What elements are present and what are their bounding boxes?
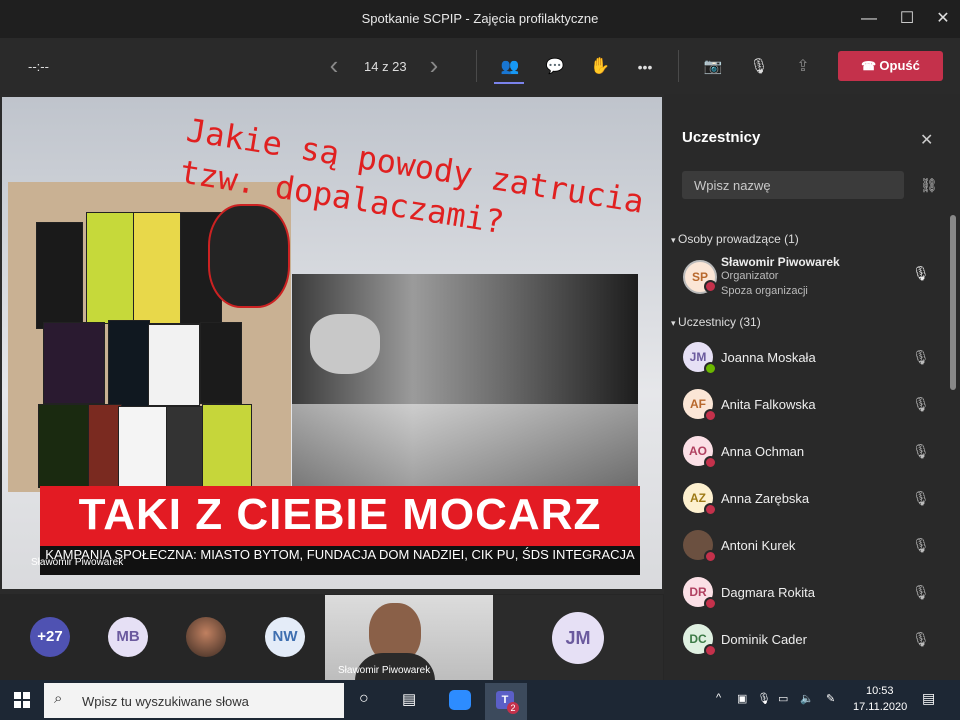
clock-time[interactable]: 10:53 <box>866 685 894 697</box>
previous-slide-icon[interactable]: ‹ <box>322 52 346 78</box>
presenter-role: Organizator <box>721 270 779 282</box>
avatar[interactable] <box>186 617 226 657</box>
mic-muted-icon: 🎙 <box>912 349 930 365</box>
participant-name[interactable]: Antoni Kurek <box>721 538 795 553</box>
search-icon: ⌕ <box>54 690 63 707</box>
search-placeholder: Wpisz nazwę <box>694 178 771 193</box>
share-link-icon[interactable]: ⛓ <box>920 177 938 194</box>
window-title: Spotkanie SCPIP - Zajęcia profilaktyczne <box>361 11 599 26</box>
mic-muted-icon: 🎙 <box>912 490 930 506</box>
raise-hand-icon[interactable]: ✋ <box>588 55 612 79</box>
drug-packets-image <box>8 182 291 493</box>
avatar[interactable]: MB <box>108 617 148 657</box>
zoom-app-icon[interactable] <box>449 690 471 710</box>
status-dot <box>704 456 717 469</box>
volume-icon[interactable]: 🔈 <box>800 692 814 705</box>
status-dot <box>704 409 717 422</box>
more-options-icon[interactable]: ••• <box>633 55 657 79</box>
status-dot <box>704 597 717 610</box>
taskbar-search-text: Wpisz tu wyszukiwane słowa <box>82 694 249 709</box>
video-label: Sławomir Piwowarek <box>338 665 431 676</box>
participant-name[interactable]: Dagmara Rokita <box>721 585 815 600</box>
participants-icon[interactable]: 👥 <box>498 55 522 79</box>
more-participants-badge[interactable]: +27 <box>30 617 70 657</box>
windows-start-icon[interactable] <box>14 692 30 708</box>
avatar: JM <box>552 612 604 664</box>
pen-icon[interactable]: ✎ <box>826 692 835 705</box>
status-dot <box>704 362 717 375</box>
status-dot <box>704 550 717 563</box>
taskbar-apps-icon[interactable]: ▤ <box>402 690 416 708</box>
leave-button[interactable]: ☎ Opuść <box>838 51 943 81</box>
presenters-header: Osoby prowadzące (1) <box>678 232 799 246</box>
close-button[interactable]: ✕ <box>932 8 954 30</box>
mic-muted-icon: 🎙 <box>912 631 930 647</box>
slide-banner-text: TAKI Z CIEBIE MOCARZ <box>78 490 602 539</box>
presenter-label: Sławomir Piwowarek <box>31 557 124 568</box>
mic-off-icon[interactable]: 🎙 <box>747 55 771 79</box>
panel-scrollbar[interactable] <box>950 215 956 390</box>
campaign-text: KAMPANIA SPOŁECZNA: MIASTO BYTOM, FUNDAC… <box>45 547 635 562</box>
mic-muted-icon: 🎙 <box>912 396 930 412</box>
mic-icon: 🎙 <box>912 265 930 281</box>
meeting-timer: --:-- <box>28 59 49 74</box>
leave-label: Opuść <box>879 58 920 73</box>
mic-muted-icon: 🎙 <box>912 537 930 553</box>
presenters-section[interactable]: ▾ Osoby prowadzące (1) <box>671 232 799 246</box>
participant-name[interactable]: Anna Ochman <box>721 444 804 459</box>
participant-name[interactable]: Anita Falkowska <box>721 397 816 412</box>
slide-counter: 14 z 23 <box>364 59 407 74</box>
status-dot <box>704 644 717 657</box>
maximize-button[interactable]: ☐ <box>896 8 918 30</box>
attendees-header: Uczestnicy (31) <box>678 315 761 329</box>
mic-tray-icon[interactable]: 🎙 <box>757 692 771 705</box>
status-dot <box>704 280 717 293</box>
toolbar-divider <box>678 50 679 82</box>
meeting-toolbar <box>0 38 960 94</box>
network-icon[interactable]: ▣ <box>737 692 747 705</box>
teams-app-icon[interactable]: T <box>485 683 527 720</box>
panel-title: Uczestnicy <box>682 129 761 146</box>
tray-chevron-icon[interactable]: ^ <box>716 692 721 704</box>
attendees-section[interactable]: ▾ Uczestnicy (31) <box>671 315 761 329</box>
participant-name[interactable]: Joanna Moskała <box>721 350 816 365</box>
toolbar-divider <box>476 50 477 82</box>
participant-name[interactable]: Anna Zarębska <box>721 491 809 506</box>
teams-badge: 2 <box>507 702 519 714</box>
close-icon[interactable]: ✕ <box>920 130 933 150</box>
hospital-photo <box>292 274 638 494</box>
clock-date[interactable]: 17.11.2020 <box>853 701 907 713</box>
mic-muted-icon: 🎙 <box>912 584 930 600</box>
active-tab-indicator <box>494 82 524 84</box>
task-view-icon[interactable]: ○ <box>359 690 369 708</box>
camera-off-icon[interactable]: 📷 <box>701 55 725 79</box>
avatar[interactable]: NW <box>265 617 305 657</box>
notifications-icon[interactable]: ▤ <box>922 690 935 707</box>
presenter-name[interactable]: Sławomir Piwowarek <box>721 255 840 269</box>
status-dot <box>704 503 717 516</box>
participant-name[interactable]: Dominik Cader <box>721 632 807 647</box>
next-slide-icon[interactable]: › <box>422 52 446 78</box>
chat-icon[interactable]: 💬 <box>543 55 567 79</box>
presenter-org: Spoza organizacji <box>721 285 808 297</box>
minimize-button[interactable]: — <box>858 8 880 30</box>
share-screen-icon[interactable]: ⇪ <box>791 55 815 79</box>
mic-muted-icon: 🎙 <box>912 443 930 459</box>
display-icon[interactable]: ▭ <box>778 692 788 705</box>
